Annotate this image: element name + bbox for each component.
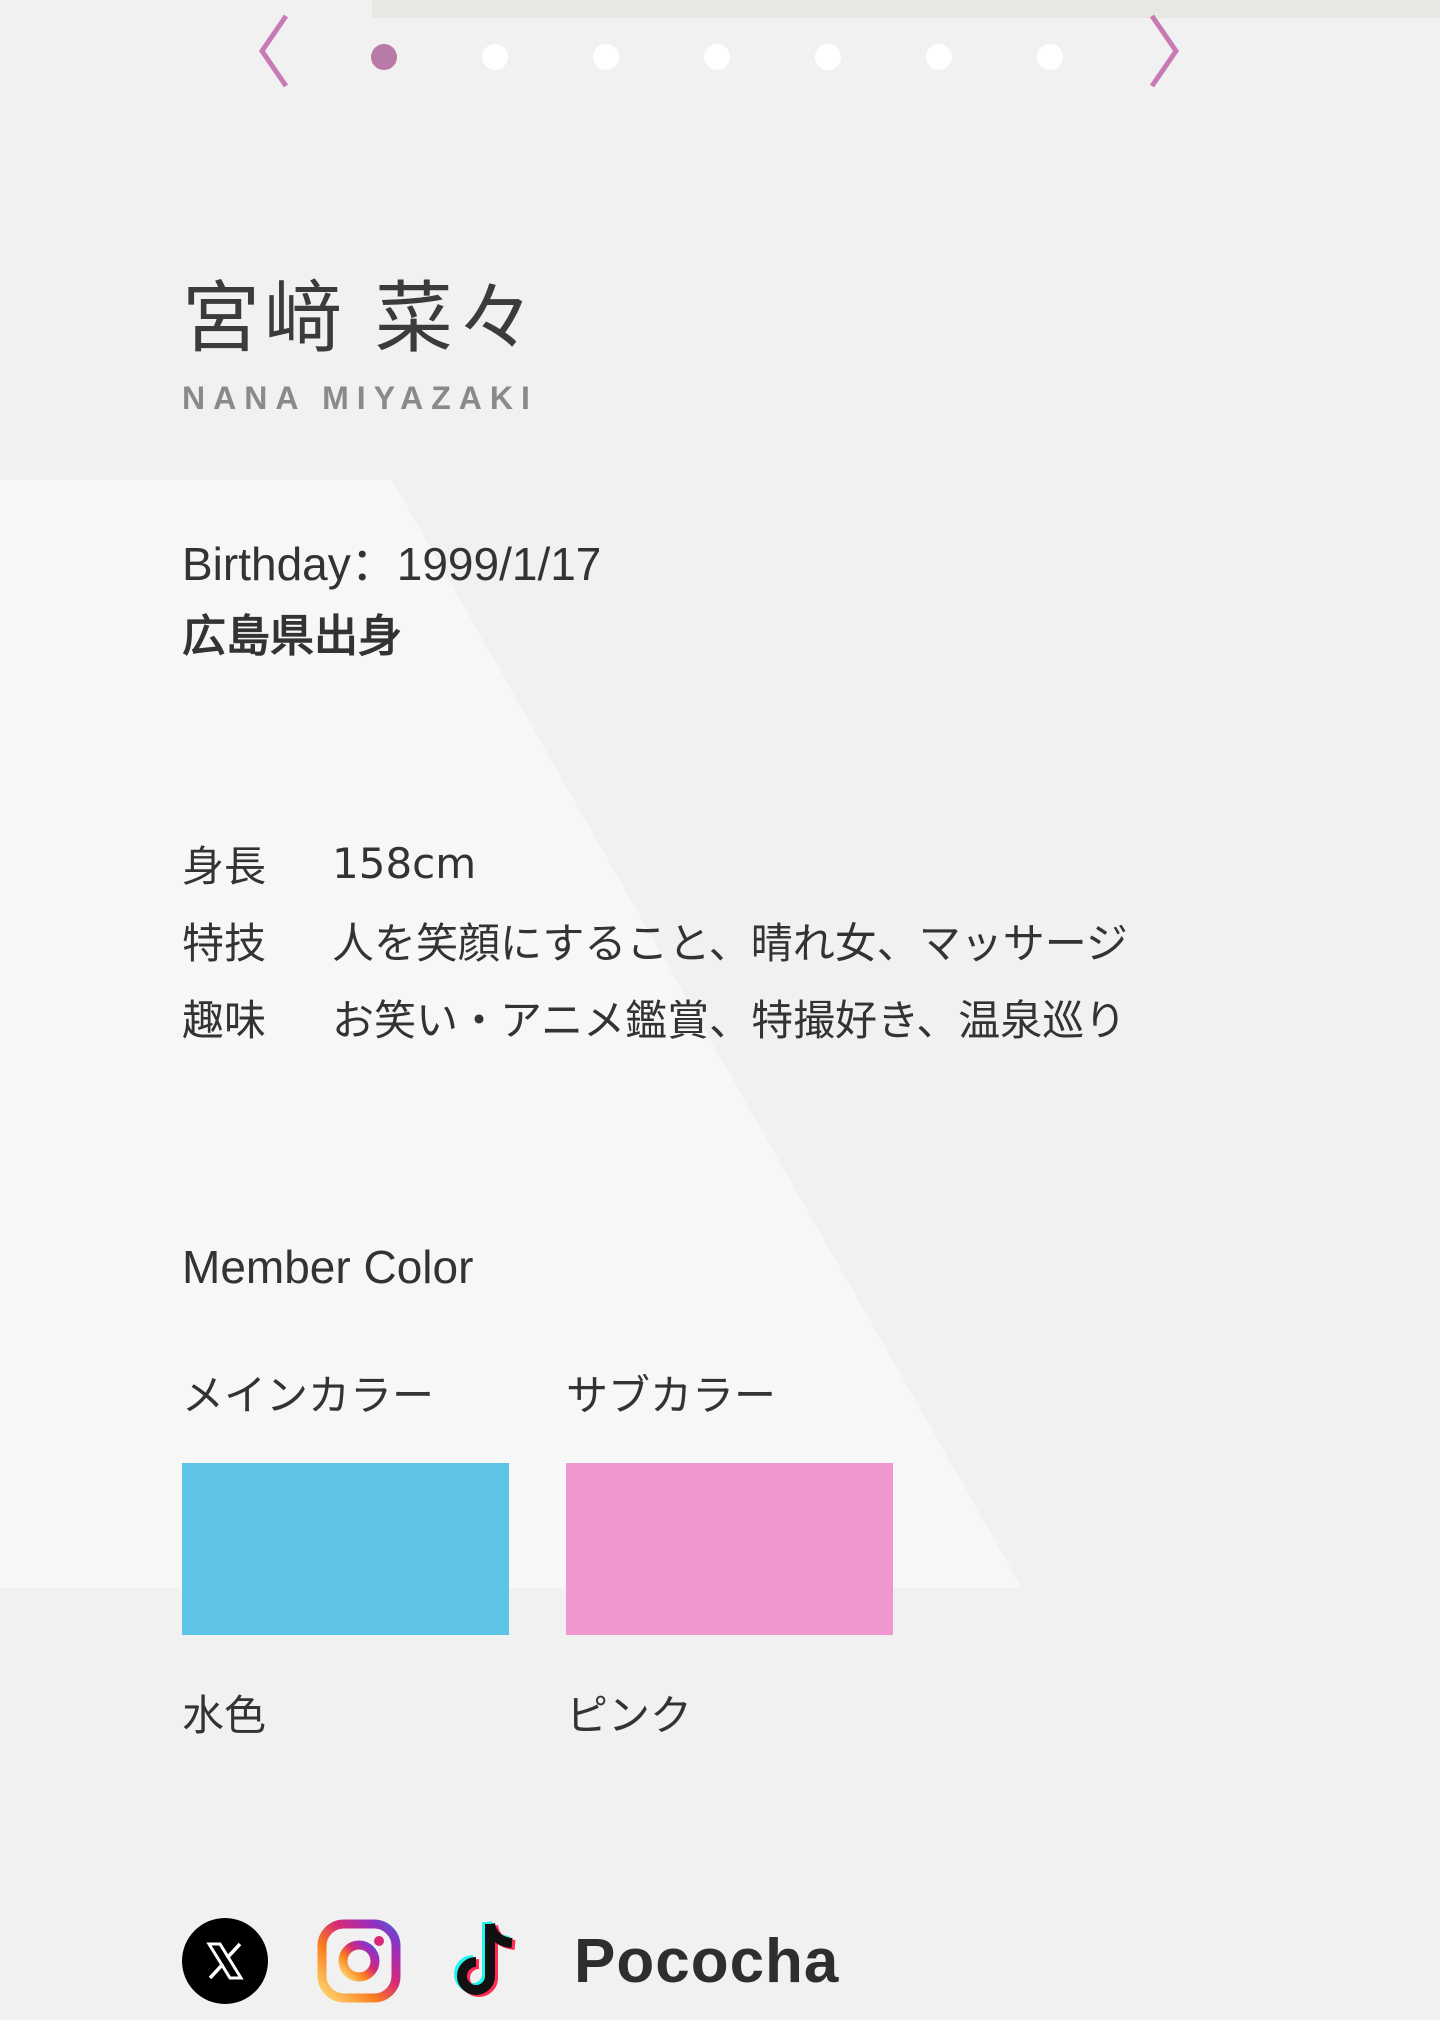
detail-value: 人を笑顔にすること、晴れ女、マッサージ <box>332 919 1128 968</box>
detail-label: 身長 <box>182 842 267 891</box>
member-color-heading: Member Color <box>182 1241 474 1293</box>
carousel-pagination <box>371 44 1148 70</box>
detail-label: 特技 <box>182 919 267 968</box>
chevron-right-icon <box>1149 14 1180 88</box>
carousel-dot-3[interactable] <box>593 44 619 70</box>
x-icon <box>182 1918 268 2004</box>
sub-color-label: サブカラー <box>566 1371 777 1420</box>
detail-row-skill: 特技 人を笑顔にすること、晴れ女、マッサージ <box>182 902 1128 979</box>
birthday-text: Birthday：1999/1/17 <box>182 538 602 590</box>
tiktok-icon <box>454 1920 516 1997</box>
sub-color-swatch <box>566 1463 893 1635</box>
detail-value: 158cm <box>332 839 477 888</box>
detail-value: お笑い・アニメ鑑賞、特撮好き、温泉巡り <box>332 996 1127 1045</box>
x-link[interactable] <box>182 1918 268 2004</box>
top-image-edge <box>372 0 1440 18</box>
previous-arrow-button[interactable] <box>256 12 296 90</box>
member-name-english: NANA MIYAZAKI <box>182 380 538 416</box>
hometown-text: 広島県出身 <box>182 611 402 662</box>
detail-label: 趣味 <box>182 996 267 1045</box>
pococha-link[interactable]: Pococha <box>574 1926 839 1997</box>
carousel-dot-1[interactable] <box>371 44 397 70</box>
instagram-link[interactable] <box>316 1918 402 2004</box>
detail-row-hobby: 趣味 お笑い・アニメ鑑賞、特撮好き、温泉巡り <box>182 979 1128 1056</box>
carousel-dot-6[interactable] <box>926 44 952 70</box>
member-name-japanese: 宮﨑 菜々 <box>182 274 539 364</box>
main-color-name: 水色 <box>182 1691 267 1740</box>
chevron-left-icon <box>258 14 289 88</box>
detail-row-height: 身長 158cm <box>182 825 1128 902</box>
tiktok-link[interactable] <box>450 1918 526 2004</box>
next-arrow-button[interactable] <box>1142 12 1182 90</box>
main-color-label: メインカラー <box>182 1371 435 1420</box>
main-color-swatch <box>182 1463 509 1635</box>
carousel-dot-2[interactable] <box>482 44 508 70</box>
instagram-icon <box>317 1919 401 2003</box>
social-links: Pococha <box>182 1918 887 2004</box>
carousel-dot-7[interactable] <box>1037 44 1063 70</box>
profile-details: 身長 158cm 特技 人を笑顔にすること、晴れ女、マッサージ 趣味 お笑い・ア… <box>182 825 1128 1056</box>
carousel-dot-5[interactable] <box>815 44 841 70</box>
sub-color-name: ピンク <box>566 1691 693 1740</box>
carousel-dot-4[interactable] <box>704 44 730 70</box>
